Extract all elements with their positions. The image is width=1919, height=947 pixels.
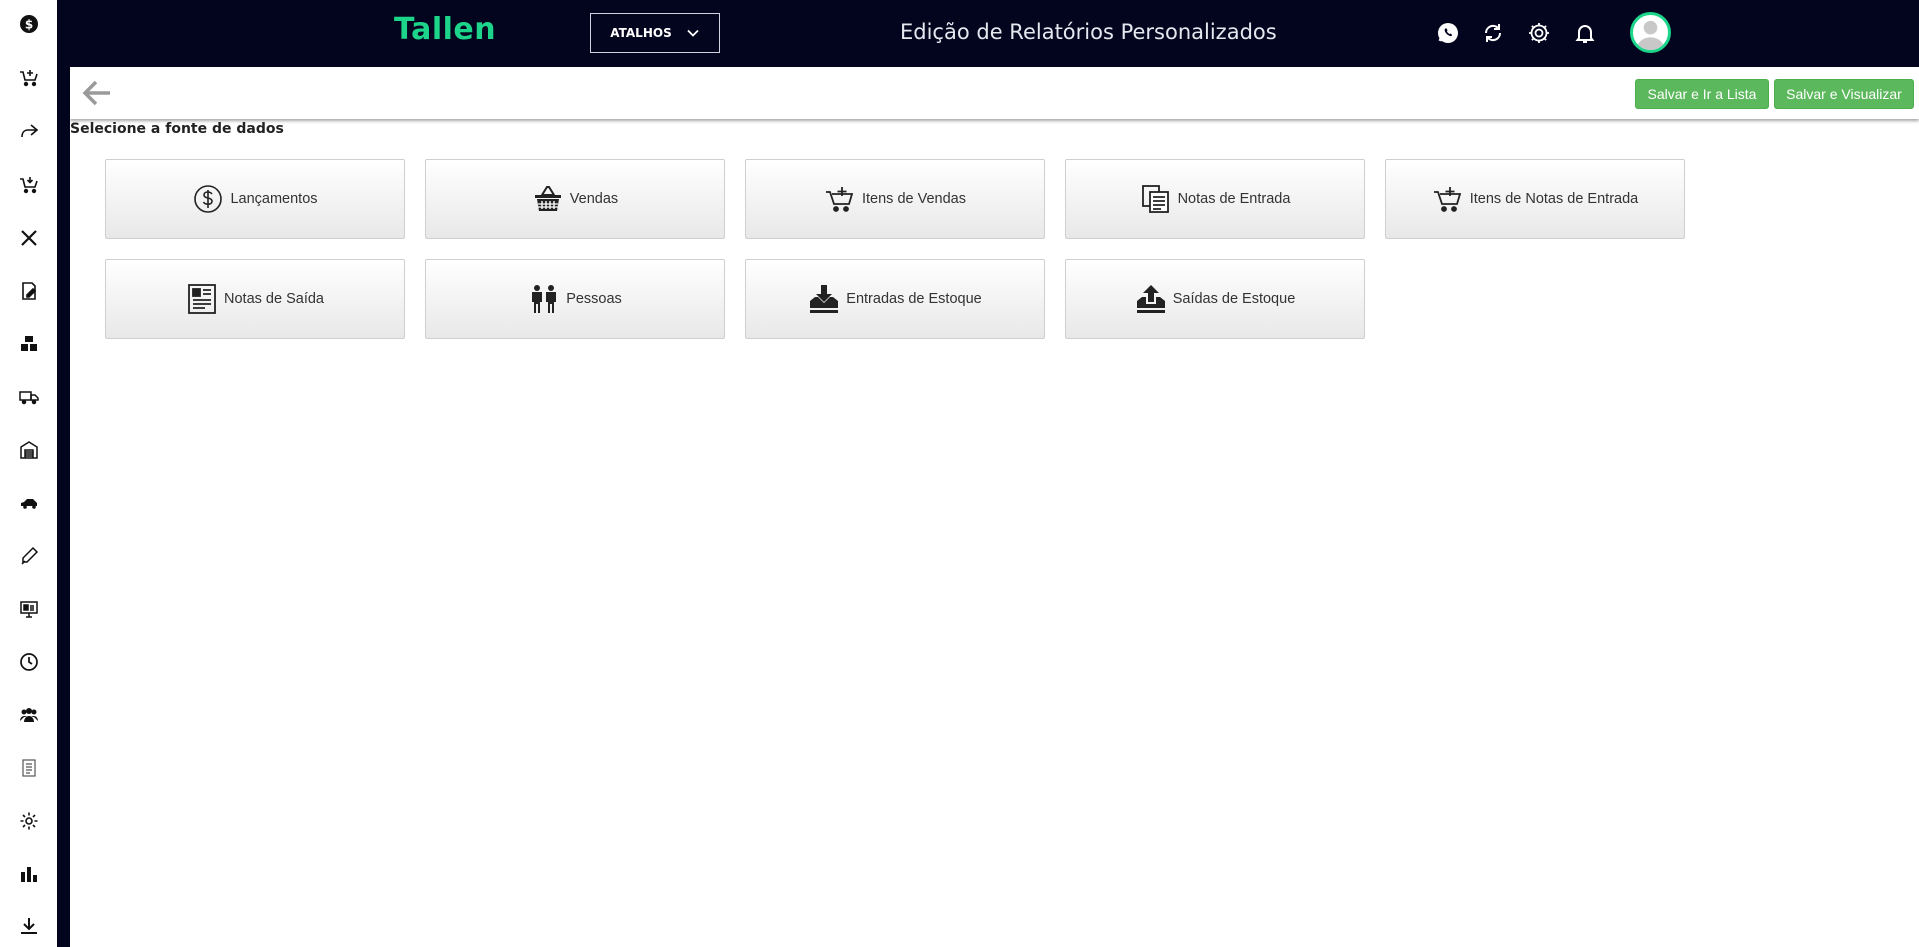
document-edit-icon[interactable] — [17, 279, 41, 303]
dollar-circle-icon — [192, 183, 224, 215]
source-label: Pessoas — [566, 291, 622, 307]
list-document-icon — [186, 283, 218, 315]
car-icon[interactable] — [17, 491, 41, 515]
bar-chart-icon[interactable] — [17, 862, 41, 886]
section-label: Selecione a fonte de dados — [70, 121, 284, 137]
source-label: Notas de Entrada — [1177, 191, 1291, 207]
warehouse-icon[interactable] — [17, 438, 41, 462]
app-logo[interactable]: Tallen — [394, 12, 496, 47]
source-label: Lançamentos — [230, 191, 318, 207]
source-itens-de-vendas[interactable]: Itens de Vendas — [745, 159, 1045, 239]
cart-icon[interactable] — [17, 173, 41, 197]
pen-icon[interactable] — [17, 544, 41, 568]
source-entradas-de-estoque[interactable]: Entradas de Estoque — [745, 259, 1045, 339]
save-and-go-to-list-button[interactable]: Salvar e Ir a Lista — [1635, 79, 1769, 109]
svg-text:$: $ — [25, 18, 33, 32]
dollar-icon[interactable]: $ — [17, 12, 41, 36]
top-header: Tallen ATALHOS Edição de Relatórios Pers… — [70, 0, 1919, 67]
cart-add-icon[interactable] — [17, 66, 41, 90]
page-title: Edição de Relatórios Personalizados — [900, 20, 1277, 44]
source-label: Entradas de Estoque — [846, 291, 982, 307]
copy-document-icon — [1140, 183, 1172, 215]
chevron-down-icon — [687, 29, 699, 37]
truck-icon[interactable] — [17, 385, 41, 409]
sync-icon[interactable] — [1480, 20, 1506, 46]
gear-icon[interactable] — [17, 809, 41, 833]
source-label: Saídas de Estoque — [1172, 291, 1296, 307]
shortcuts-label: ATALHOS — [610, 26, 672, 40]
sidebar-edge — [57, 0, 70, 947]
tray-upload-icon — [1135, 283, 1167, 315]
avatar[interactable] — [1630, 12, 1671, 53]
basket-icon — [532, 183, 564, 215]
sidebar: $ — [0, 0, 57, 947]
tools-icon[interactable] — [17, 226, 41, 250]
toolbar: Salvar e Ir a Lista Salvar e Visualizar — [70, 67, 1919, 119]
share-icon[interactable] — [17, 119, 41, 143]
source-label: Itens de Notas de Entrada — [1469, 191, 1639, 207]
whatsapp-icon[interactable] — [1435, 20, 1461, 46]
source-itens-de-notas-de-entrada[interactable]: Itens de Notas de Entrada — [1385, 159, 1685, 239]
cart-add-icon — [1432, 183, 1464, 215]
source-notas-de-entrada[interactable]: Notas de Entrada — [1065, 159, 1365, 239]
source-saidas-de-estoque[interactable]: Saídas de Estoque — [1065, 259, 1365, 339]
source-label: Vendas — [569, 191, 619, 207]
bell-icon[interactable] — [1572, 20, 1598, 46]
source-label: Itens de Vendas — [862, 191, 966, 207]
source-lancamentos[interactable]: Lançamentos — [105, 159, 405, 239]
source-pessoas[interactable]: Pessoas — [425, 259, 725, 339]
cart-add-icon — [824, 183, 856, 215]
source-label: Notas de Saída — [224, 291, 324, 307]
save-and-view-button[interactable]: Salvar e Visualizar — [1774, 79, 1914, 109]
source-notas-de-saida[interactable]: Notas de Saída — [105, 259, 405, 339]
gear-icon[interactable] — [1526, 20, 1552, 46]
tray-download-icon — [808, 283, 840, 315]
source-vendas[interactable]: Vendas — [425, 159, 725, 239]
monitor-icon[interactable] — [17, 597, 41, 621]
shortcuts-dropdown[interactable]: ATALHOS — [590, 13, 720, 53]
boxes-icon[interactable] — [17, 332, 41, 356]
back-arrow-icon[interactable] — [82, 79, 112, 107]
users-icon[interactable] — [17, 703, 41, 727]
people-icon — [528, 283, 560, 315]
clock-icon[interactable] — [17, 650, 41, 674]
download-icon[interactable] — [17, 914, 41, 938]
report-icon[interactable] — [17, 756, 41, 780]
